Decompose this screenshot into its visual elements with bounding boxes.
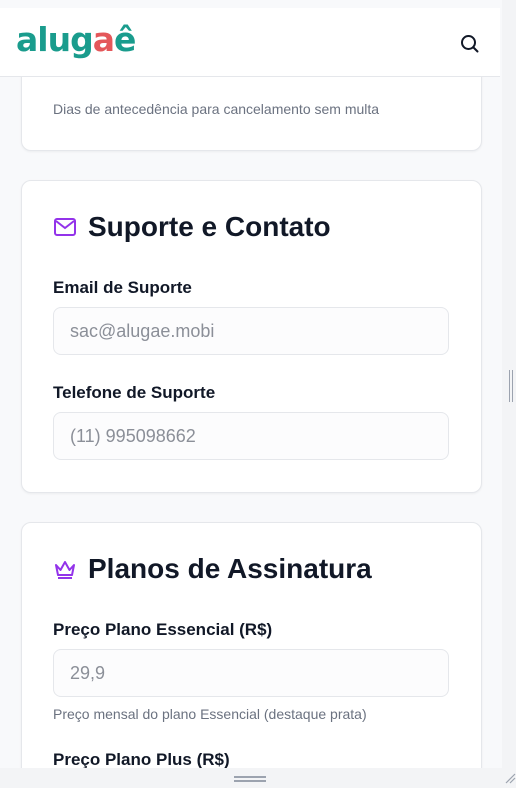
logo-text-1: alug — [16, 20, 94, 59]
logo-text-3: ê — [113, 20, 136, 59]
support-title: Suporte e Contato — [88, 211, 331, 242]
support-card: Suporte e Contato Email de Suporte Telef… — [21, 180, 482, 493]
support-phone-label: Telefone de Suporte — [53, 383, 216, 402]
support-phone-input[interactable] — [53, 412, 449, 460]
plan-essential-input[interactable] — [53, 649, 449, 697]
mail-icon — [54, 218, 76, 236]
plan-essential-label: Preço Plano Essencial (R$) — [53, 620, 273, 639]
cancellation-hint: Dias de antecedência para cancelamento s… — [53, 101, 380, 117]
drag-handle[interactable] — [234, 776, 266, 782]
brand-logo[interactable]: alugaê — [16, 20, 136, 60]
support-email-input[interactable] — [53, 307, 449, 355]
logo-text-2: a — [92, 20, 115, 59]
crown-icon — [55, 561, 75, 579]
plans-title: Planos de Assinatura — [88, 553, 372, 584]
search-icon[interactable] — [456, 30, 484, 58]
app-header: alugaê — [0, 8, 500, 77]
plan-plus-label: Preço Plano Plus (R$) — [53, 750, 230, 768]
app-frame: Dias de antecedência para cancelamento s… — [0, 0, 502, 768]
plan-essential-hint: Preço mensal do plano Essencial (destaqu… — [53, 706, 367, 722]
support-email-label: Email de Suporte — [53, 278, 192, 297]
plans-card: Planos de Assinatura Preço Plano Essenci… — [21, 522, 482, 768]
scrollbar-thumb[interactable] — [509, 370, 513, 402]
resize-grip-icon[interactable] — [505, 773, 516, 784]
